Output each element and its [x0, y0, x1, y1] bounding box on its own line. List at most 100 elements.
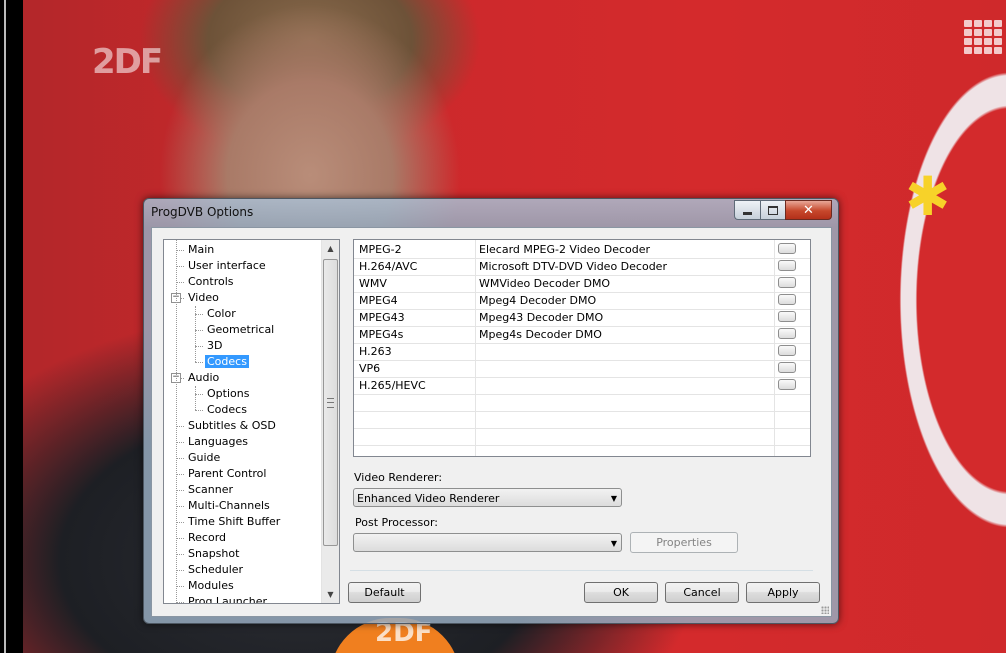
codec-decoder: WMVideo Decoder DMO — [479, 277, 611, 290]
codec-format: H.263 — [359, 345, 392, 358]
default-button[interactable]: Default — [348, 582, 421, 603]
tree-item-label: Color — [207, 307, 236, 320]
table-row[interactable]: H.263 — [354, 343, 810, 361]
tree-item[interactable]: Prog Launcher — [186, 594, 269, 604]
tree-connector — [195, 346, 203, 347]
globe-graphic — [880, 0, 1006, 653]
codec-config-button[interactable] — [778, 277, 796, 288]
video-renderer-value: Enhanced Video Renderer — [357, 492, 500, 505]
table-row[interactable]: MPEG43 Mpeg43 Decoder DMO — [354, 309, 810, 327]
tree-item[interactable]: Subtitles & OSD — [186, 418, 278, 434]
close-button[interactable]: ✕ — [785, 200, 832, 220]
codec-config-button[interactable] — [778, 345, 796, 356]
grid-icon[interactable] — [964, 20, 1002, 56]
codec-config-button[interactable] — [778, 379, 796, 390]
codec-config-button[interactable] — [778, 243, 796, 254]
tree-item[interactable]: Guide — [186, 450, 222, 466]
window-controls: ✕ — [734, 200, 832, 220]
tree-connector — [195, 410, 203, 411]
tree-connector — [176, 538, 184, 539]
tree-item-label: Time Shift Buffer — [188, 515, 281, 528]
table-row[interactable]: MPEG-2 Elecard MPEG-2 Video Decoder — [354, 241, 810, 259]
tree-item[interactable]: Codecs — [205, 402, 249, 418]
tree-item[interactable]: Time Shift Buffer — [186, 514, 282, 530]
tree-connector — [195, 314, 203, 315]
ok-button[interactable]: OK — [584, 582, 658, 603]
table-row[interactable]: H.264/AVC Microsoft DTV-DVD Video Decoder — [354, 258, 810, 276]
tree-item-label: Snapshot — [188, 547, 240, 560]
dialog-title: ProgDVB Options — [151, 205, 254, 219]
post-processor-select[interactable]: ▼ — [353, 533, 622, 552]
tree-item-label: 3D — [207, 339, 223, 352]
codec-config-button[interactable] — [778, 362, 796, 373]
tree-connector — [176, 586, 184, 587]
tree-connector — [176, 506, 184, 507]
tree-item[interactable]: Modules — [186, 578, 236, 594]
close-icon: ✕ — [803, 202, 814, 218]
tree-item[interactable]: Record — [186, 530, 228, 546]
tree-connector — [176, 554, 184, 555]
tree-item[interactable]: Multi-Channels — [186, 498, 272, 514]
table-row[interactable]: MPEG4 Mpeg4 Decoder DMO — [354, 292, 810, 310]
tree-item[interactable]: Geometrical — [205, 322, 276, 338]
tree-item-label: Geometrical — [207, 323, 275, 336]
tree-connector — [195, 362, 203, 363]
star-graphic: ✱ — [905, 165, 951, 228]
tree-item[interactable]: Controls — [186, 274, 236, 290]
codec-table: MPEG-2 Elecard MPEG-2 Video Decoder H.264/… — [353, 239, 811, 457]
tree-item[interactable]: Parent Control — [186, 466, 268, 482]
minimize-button[interactable] — [734, 200, 760, 220]
window-left-edge — [0, 0, 23, 653]
table-row[interactable]: WMV WMVideo Decoder DMO — [354, 275, 810, 293]
resize-grip-icon[interactable] — [821, 606, 829, 614]
scroll-down-icon[interactable]: ▼ — [322, 586, 339, 603]
tree-item[interactable]: Color — [205, 306, 238, 322]
maximize-button[interactable] — [760, 200, 785, 220]
chevron-down-icon: ▼ — [610, 539, 617, 548]
tree-connector — [195, 330, 203, 331]
tree-item-label: Multi-Channels — [188, 499, 270, 512]
cancel-button[interactable]: Cancel — [665, 582, 739, 603]
tree-item[interactable]: User interface — [186, 258, 268, 274]
tree-connector — [176, 570, 184, 571]
scroll-up-icon[interactable]: ▲ — [322, 240, 339, 257]
tree-item[interactable]: Audio — [186, 370, 221, 386]
tree-item[interactable]: 3D — [205, 338, 224, 354]
codec-format: WMV — [359, 277, 387, 290]
tree-item-label: Prog Launcher — [188, 595, 268, 604]
table-row[interactable]: MPEG4s Mpeg4s Decoder DMO — [354, 326, 810, 344]
tree-item[interactable]: Main — [186, 242, 216, 258]
tree-connector — [176, 522, 184, 523]
tree-scrollbar[interactable]: ▲ ▼ — [321, 240, 339, 603]
video-renderer-select[interactable]: Enhanced Video Renderer ▼ — [353, 488, 622, 507]
table-row[interactable]: H.265/HEVC — [354, 377, 810, 395]
codec-config-button[interactable] — [778, 311, 796, 322]
codec-config-button[interactable] — [778, 260, 796, 271]
tree-item[interactable]: Scheduler — [186, 562, 245, 578]
table-row[interactable]: VP6 — [354, 360, 810, 378]
tree-item-label: Scanner — [188, 483, 234, 496]
codec-config-button[interactable] — [778, 294, 796, 305]
codec-decoder: Mpeg4 Decoder DMO — [479, 294, 597, 307]
table-row — [354, 428, 810, 446]
scroll-thumb[interactable] — [323, 259, 338, 546]
tree-item[interactable]: Options — [205, 386, 251, 402]
grip-icon — [327, 398, 334, 408]
video-renderer-label: Video Renderer: — [354, 471, 443, 484]
tree-item-label: Guide — [188, 451, 221, 464]
properties-button[interactable]: Properties — [630, 532, 738, 553]
tree-item[interactable]: Scanner — [186, 482, 235, 498]
tree-connector — [195, 386, 196, 410]
tree-item[interactable]: Video — [186, 290, 221, 306]
tree-item[interactable]: Snapshot — [186, 546, 241, 562]
post-processor-label: Post Processor: — [355, 516, 439, 529]
codec-format: H.265/HEVC — [359, 379, 426, 392]
tree-connector — [176, 602, 184, 603]
tree-item[interactable]: Languages — [186, 434, 250, 450]
codec-decoder: Mpeg4s Decoder DMO — [479, 328, 602, 341]
codec-config-button[interactable] — [778, 328, 796, 339]
tree-item[interactable]: Codecs — [205, 354, 249, 370]
tree-connector — [176, 240, 177, 603]
apply-button[interactable]: Apply — [746, 582, 820, 603]
codec-decoder — [479, 377, 774, 394]
